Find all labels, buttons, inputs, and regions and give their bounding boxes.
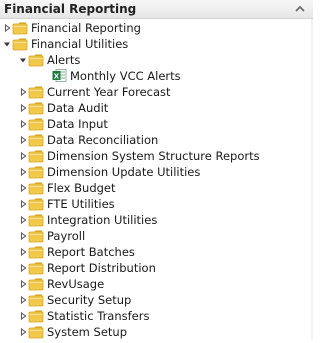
collapsed-arrow-icon[interactable]: [18, 132, 28, 148]
collapsed-arrow-icon[interactable]: [18, 116, 28, 132]
tree-item-revusage[interactable]: RevUsage: [0, 276, 313, 292]
folder-icon: [28, 213, 44, 227]
tree-item-data-input[interactable]: Data Input: [0, 116, 313, 132]
tree-item-dimension-update-utilities[interactable]: Dimension Update Utilities: [0, 164, 313, 180]
tree-item-label: Statistic Transfers: [47, 309, 150, 323]
tree-item-payroll[interactable]: Payroll: [0, 228, 313, 244]
collapsed-arrow-icon[interactable]: [18, 196, 28, 212]
scrollbar-track[interactable]: [311, 19, 313, 340]
tree-item-label: Dimension Update Utilities: [47, 165, 201, 179]
panel-title: Financial Reporting: [4, 2, 137, 16]
folder-icon: [28, 85, 44, 99]
chevron-up-icon[interactable]: [293, 2, 307, 16]
folder-icon: [28, 133, 44, 147]
folder-icon: [28, 53, 44, 67]
collapsed-arrow-icon[interactable]: [18, 244, 28, 260]
tree-item-label: Financial Utilities: [31, 37, 129, 51]
tree-item-label: Report Batches: [47, 245, 135, 259]
folder-icon: [12, 37, 28, 51]
folder-icon: [28, 309, 44, 323]
svg-text:X: X: [54, 73, 60, 81]
tree-item-report-batches[interactable]: Report Batches: [0, 244, 313, 260]
panel-header: Financial Reporting: [0, 0, 313, 19]
tree-item-monthly-vcc-alerts[interactable]: X Monthly VCC Alerts: [0, 68, 313, 84]
folder-icon: [28, 181, 44, 195]
collapsed-arrow-icon[interactable]: [18, 324, 28, 340]
tree-item-flex-budget[interactable]: Flex Budget: [0, 180, 313, 196]
collapsed-arrow-icon[interactable]: [2, 20, 12, 36]
tree-item-label: RevUsage: [47, 277, 105, 291]
collapsed-arrow-icon[interactable]: [18, 164, 28, 180]
collapsed-arrow-icon[interactable]: [18, 308, 28, 324]
expanded-arrow-icon[interactable]: [18, 52, 28, 68]
tree-item-dimension-system-structure-reports[interactable]: Dimension System Structure Reports: [0, 148, 313, 164]
tree-item-data-audit[interactable]: Data Audit: [0, 100, 313, 116]
collapsed-arrow-icon[interactable]: [18, 292, 28, 308]
folder-icon: [28, 117, 44, 131]
tree-item-label: Integration Utilities: [47, 213, 158, 227]
navigation-tree: Financial Reporting Financial Utilities Al…: [0, 20, 313, 340]
collapsed-arrow-icon[interactable]: [18, 148, 28, 164]
collapsed-arrow-icon[interactable]: [18, 260, 28, 276]
tree-item-integration-utilities[interactable]: Integration Utilities: [0, 212, 313, 228]
tree-item-data-reconciliation[interactable]: Data Reconciliation: [0, 132, 313, 148]
tree-item-label: Data Reconciliation: [47, 133, 159, 147]
collapsed-arrow-icon[interactable]: [18, 228, 28, 244]
folder-icon: [12, 21, 28, 35]
tree-item-label: Current Year Forecast: [47, 85, 171, 99]
folder-icon: [28, 229, 44, 243]
excel-report-icon: X: [52, 68, 67, 83]
folder-icon: [28, 325, 44, 339]
tree-item-report-distribution[interactable]: Report Distribution: [0, 260, 313, 276]
collapsed-arrow-icon[interactable]: [18, 100, 28, 116]
tree-item-label: Monthly VCC Alerts: [70, 69, 181, 83]
tree-item-label: Data Input: [47, 117, 108, 131]
collapsed-arrow-icon[interactable]: [18, 212, 28, 228]
folder-icon: [28, 245, 44, 259]
folder-icon: [28, 293, 44, 307]
tree-item-label: Financial Reporting: [31, 21, 141, 35]
tree-item-label: Alerts: [47, 53, 81, 67]
expanded-arrow-icon[interactable]: [2, 36, 12, 52]
tree-item-security-setup[interactable]: Security Setup: [0, 292, 313, 308]
tree-item-label: Security Setup: [47, 293, 132, 307]
tree-item-label: Data Audit: [47, 101, 109, 115]
tree-item-label: FTE Utilities: [47, 197, 115, 211]
collapsed-arrow-icon[interactable]: [18, 84, 28, 100]
tree-item-label: System Setup: [47, 325, 128, 339]
folder-icon: [28, 261, 44, 275]
tree-item-system-setup[interactable]: System Setup: [0, 324, 313, 340]
collapsed-arrow-icon[interactable]: [18, 276, 28, 292]
tree-item-label: Dimension System Structure Reports: [47, 149, 260, 163]
tree-item-label: Report Distribution: [47, 261, 156, 275]
folder-icon: [28, 277, 44, 291]
folder-icon: [28, 149, 44, 163]
tree-item-label: Payroll: [47, 229, 86, 243]
tree-item-financial-utilities[interactable]: Financial Utilities: [0, 36, 313, 52]
folder-icon: [28, 197, 44, 211]
folder-icon: [28, 101, 44, 115]
folder-icon: [28, 165, 44, 179]
tree-item-statistic-transfers[interactable]: Statistic Transfers: [0, 308, 313, 324]
tree-item-fte-utilities[interactable]: FTE Utilities: [0, 196, 313, 212]
tree-item-financial-reporting[interactable]: Financial Reporting: [0, 20, 313, 36]
tree-item-alerts[interactable]: Alerts: [0, 52, 313, 68]
tree-item-current-year-forecast[interactable]: Current Year Forecast: [0, 84, 313, 100]
tree-item-label: Flex Budget: [47, 181, 116, 195]
collapsed-arrow-icon[interactable]: [18, 180, 28, 196]
